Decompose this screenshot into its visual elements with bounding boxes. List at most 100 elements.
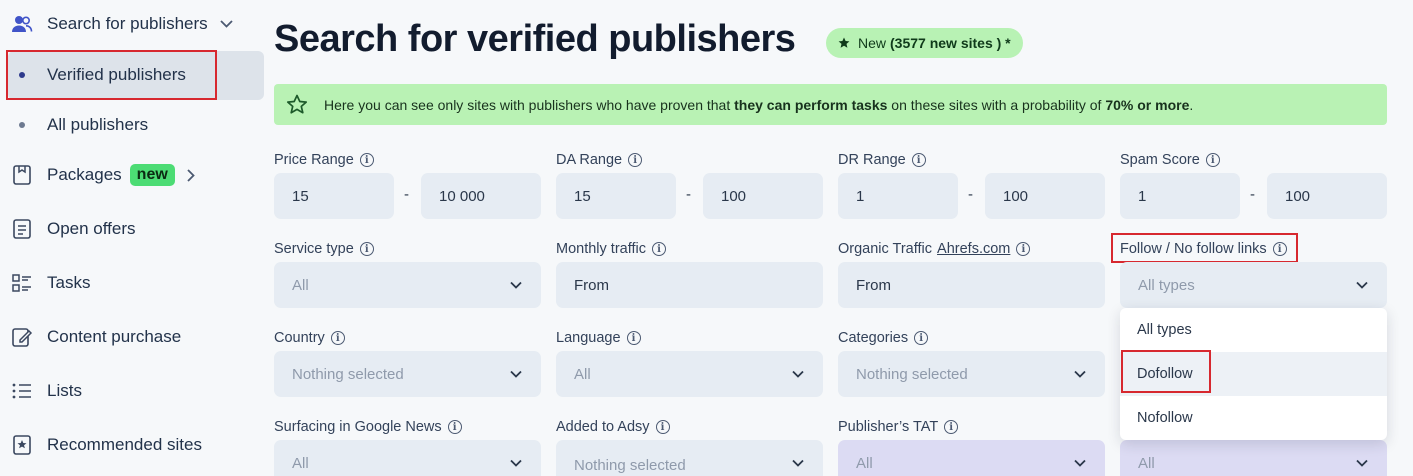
dropdown-option-dofollow[interactable]: Dofollow bbox=[1120, 352, 1387, 396]
label-text: Language bbox=[556, 330, 621, 346]
info-icon[interactable]: i bbox=[628, 153, 643, 167]
new-pill-count: (3577 new sites ) * bbox=[890, 35, 1011, 51]
info-icon[interactable]: i bbox=[944, 420, 959, 434]
info-icon[interactable]: i bbox=[911, 153, 926, 167]
select-value: Nothing selected bbox=[292, 365, 404, 383]
label-text: Added to Adsy bbox=[556, 419, 650, 435]
sidebar: Search for publishers Verified publisher… bbox=[0, 0, 270, 476]
label-text: Organic Traffic bbox=[838, 241, 933, 257]
label-text: Service type bbox=[274, 241, 354, 257]
info-icon[interactable]: i bbox=[655, 420, 670, 434]
page-title: Search for verified publishers bbox=[274, 18, 796, 60]
sidebar-item-packages[interactable]: Packages new bbox=[10, 163, 264, 187]
info-icon[interactable]: i bbox=[1205, 153, 1220, 167]
new-badge: new bbox=[129, 164, 175, 186]
dr-from-input[interactable]: 1 bbox=[838, 173, 958, 219]
chevron-down-icon bbox=[792, 370, 804, 378]
last-filter-select[interactable]: All bbox=[1120, 440, 1387, 476]
sidebar-item-label: Packages bbox=[47, 165, 122, 184]
organic-traffic-label: Organic Traffic Ahrefs.com i bbox=[838, 241, 1031, 257]
country-select[interactable]: Nothing selected bbox=[274, 351, 541, 397]
select-value: All bbox=[1138, 454, 1155, 472]
sidebar-item-all-publishers[interactable]: All publishers bbox=[10, 113, 264, 137]
select-value: Nothing selected bbox=[856, 365, 968, 383]
chevron-down-icon bbox=[510, 459, 522, 467]
categories-label: Categories i bbox=[838, 330, 929, 346]
label-text: Spam Score bbox=[1120, 152, 1200, 168]
info-icon[interactable]: i bbox=[359, 242, 374, 256]
list-icon bbox=[10, 379, 34, 403]
da-to-input[interactable]: 100 bbox=[703, 173, 823, 219]
range-separator: - bbox=[1250, 186, 1255, 203]
spam-score-label: Spam Score i bbox=[1120, 152, 1220, 168]
chevron-down-icon bbox=[510, 281, 522, 289]
banner-text-bold: they can perform tasks bbox=[734, 96, 888, 113]
spam-to-input[interactable]: 100 bbox=[1267, 173, 1387, 219]
label-text: DR Range bbox=[838, 152, 906, 168]
label-text: Publisher’s TAT bbox=[838, 419, 939, 435]
info-icon[interactable]: i bbox=[359, 153, 374, 167]
added-to-adsy-label: Added to Adsy i bbox=[556, 419, 670, 435]
sidebar-section-search-publishers[interactable]: Search for publishers bbox=[10, 12, 264, 36]
language-select[interactable]: All bbox=[556, 351, 823, 397]
sidebar-item-verified-publishers[interactable]: Verified publishers bbox=[10, 63, 264, 87]
select-value: All bbox=[856, 454, 873, 472]
organic-traffic-input[interactable]: From bbox=[838, 262, 1105, 308]
price-from-input[interactable]: 15 bbox=[274, 173, 394, 219]
sidebar-item-lists[interactable]: Lists bbox=[10, 379, 264, 403]
follow-links-select[interactable]: All types bbox=[1120, 262, 1387, 308]
sidebar-item-open-offers[interactable]: Open offers bbox=[10, 217, 264, 241]
google-news-select[interactable]: All bbox=[274, 440, 541, 476]
info-icon[interactable]: i bbox=[447, 420, 462, 434]
spam-from-input[interactable]: 1 bbox=[1120, 173, 1240, 219]
label-text: Country bbox=[274, 330, 325, 346]
range-separator: - bbox=[968, 186, 973, 203]
document-icon bbox=[10, 217, 34, 241]
sidebar-item-tasks[interactable]: Tasks bbox=[10, 271, 264, 295]
range-separator: - bbox=[686, 186, 691, 203]
edit-icon bbox=[10, 325, 34, 349]
select-value: Nothing selected bbox=[574, 456, 686, 474]
sidebar-item-recommended-sites[interactable]: Recommended sites bbox=[10, 433, 264, 457]
label-text: Monthly traffic bbox=[556, 241, 646, 257]
label-text: DA Range bbox=[556, 152, 623, 168]
dr-to-input[interactable]: 100 bbox=[985, 173, 1105, 219]
select-value: All bbox=[292, 454, 309, 472]
sidebar-item-content-purchase[interactable]: Content purchase bbox=[10, 325, 264, 349]
sidebar-item-label: Open offers bbox=[47, 219, 136, 238]
info-icon[interactable]: i bbox=[914, 331, 929, 345]
new-sites-pill: New (3577 new sites ) * bbox=[826, 28, 1023, 58]
info-icon[interactable]: i bbox=[1272, 242, 1287, 256]
banner-text-part: Here you can see only sites with publish… bbox=[324, 96, 735, 113]
select-value: All bbox=[292, 276, 309, 294]
service-type-label: Service type i bbox=[274, 241, 374, 257]
bullet-dot-icon bbox=[10, 113, 34, 137]
info-icon[interactable]: i bbox=[1016, 242, 1031, 256]
monthly-traffic-label: Monthly traffic i bbox=[556, 241, 666, 257]
service-type-select[interactable]: All bbox=[274, 262, 541, 308]
da-from-input[interactable]: 15 bbox=[556, 173, 676, 219]
ahrefs-link[interactable]: Ahrefs.com bbox=[937, 241, 1010, 257]
sidebar-item-label: Recommended sites bbox=[47, 435, 202, 454]
info-icon[interactable]: i bbox=[652, 242, 666, 256]
publisher-tat-label: Publisher’s TAT i bbox=[838, 419, 959, 435]
info-icon[interactable]: i bbox=[626, 331, 641, 345]
banner-text-part: . bbox=[1189, 96, 1194, 113]
monthly-traffic-input[interactable]: From bbox=[556, 262, 823, 308]
price-to-input[interactable]: 10 000 bbox=[421, 173, 541, 219]
dropdown-option-nofollow[interactable]: Nofollow bbox=[1120, 396, 1387, 440]
package-icon bbox=[10, 163, 34, 187]
dr-range-label: DR Range i bbox=[838, 152, 926, 168]
info-icon[interactable]: i bbox=[330, 331, 345, 345]
label-text: Price Range bbox=[274, 152, 354, 168]
star-outline-icon bbox=[286, 94, 308, 115]
categories-select[interactable]: Nothing selected bbox=[838, 351, 1105, 397]
added-to-adsy-select[interactable]: Nothing selected bbox=[556, 440, 823, 476]
sidebar-item-label: Lists bbox=[47, 381, 82, 400]
sidebar-section-label: Search for publishers bbox=[47, 14, 208, 33]
publisher-tat-select[interactable]: All bbox=[838, 440, 1105, 476]
bullet-dot-icon bbox=[10, 63, 34, 87]
dropdown-option-all-types[interactable]: All types bbox=[1120, 308, 1387, 352]
follow-links-label: Follow / No follow links i bbox=[1120, 241, 1287, 257]
range-separator: - bbox=[404, 186, 409, 203]
